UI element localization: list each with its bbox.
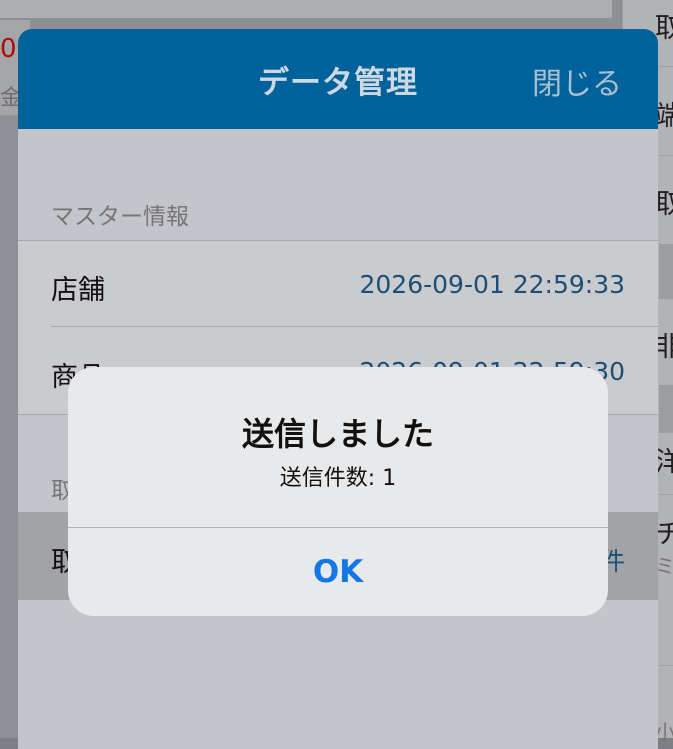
bg-right-block <box>659 244 673 299</box>
bg-right-block <box>659 385 673 433</box>
bg-right-divider <box>659 155 673 156</box>
row-timestamp: 2026-09-01 22:59:33 <box>359 270 625 299</box>
master-row-store[interactable]: 店舗 2026-09-01 22:59:33 <box>18 240 658 326</box>
section-header-master: マスター情報 <box>51 204 189 230</box>
alert-title: 送信しました <box>241 415 434 453</box>
alert-message: 送信件数: 1 <box>279 466 397 491</box>
background-top-bar <box>0 0 612 18</box>
close-button[interactable]: 閉じる <box>532 59 622 103</box>
row-label: 店舗 <box>51 275 105 306</box>
bg-right-divider <box>659 66 673 67</box>
navigation-bar: データ管理 閉じる <box>18 29 658 129</box>
bg-right-divider <box>659 665 673 666</box>
ok-button[interactable]: OK <box>68 528 608 616</box>
alert-dialog: 送信しました 送信件数: 1 OK <box>68 367 608 616</box>
bg-right-divider <box>659 494 673 495</box>
